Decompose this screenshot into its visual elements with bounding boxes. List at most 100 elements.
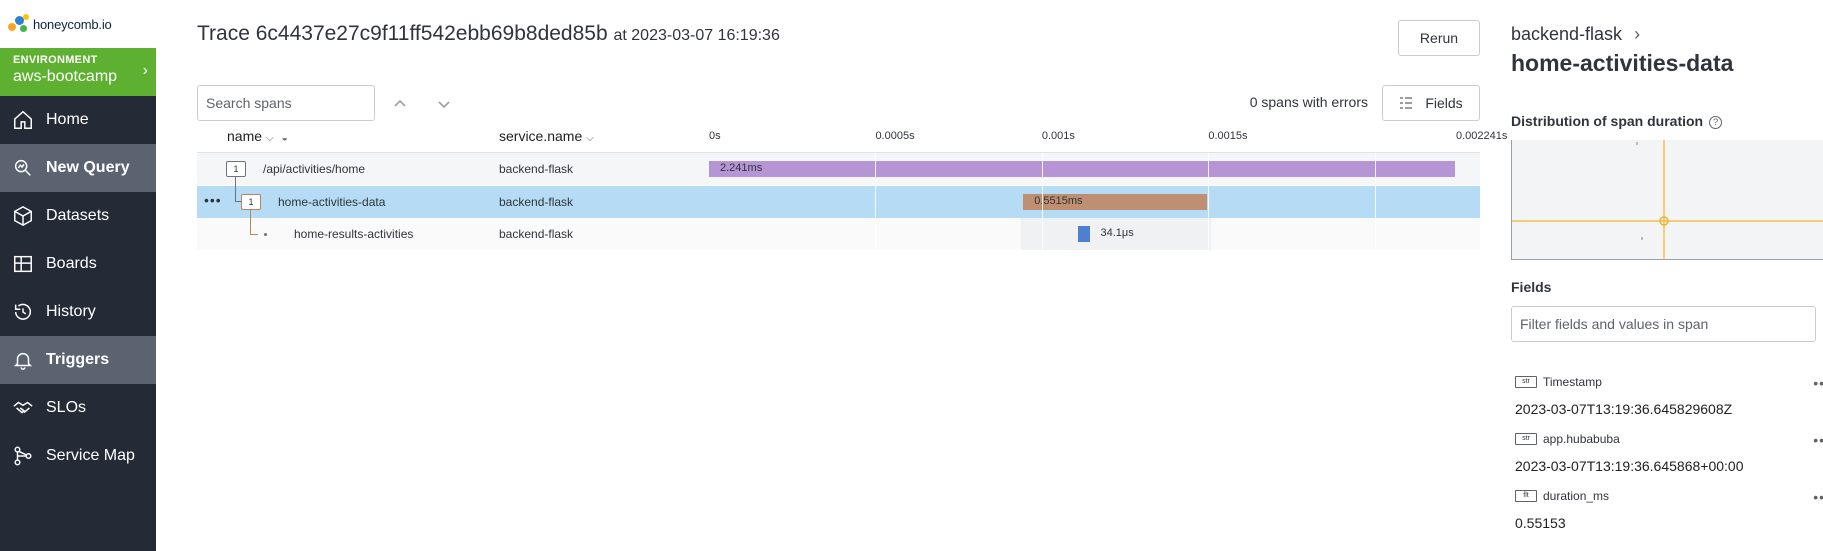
- nav-new-query-label: New Query: [46, 159, 130, 176]
- environment-selector[interactable]: ENVIRONMENT aws-bootcamp ›: [0, 48, 156, 96]
- nav-service-map[interactable]: Service Map: [0, 432, 156, 480]
- environment-label: ENVIRONMENT: [13, 54, 98, 66]
- span-name: home-results-activities: [294, 227, 414, 241]
- nav-new-query[interactable]: New Query: [0, 144, 156, 192]
- chevron-up-icon: [394, 99, 406, 107]
- errors-count: 0 spans with errors: [1249, 94, 1368, 110]
- environment-name: aws-bootcamp: [13, 68, 118, 85]
- timeline-gridline: [1374, 153, 1376, 250]
- duration-heatmap[interactable]: [1511, 140, 1823, 260]
- next-match-button[interactable]: [432, 92, 456, 116]
- span-row-selected[interactable]: ••• 1 home-activities-data backend-flask: [197, 186, 1480, 218]
- heatmap-cell: [1636, 142, 1638, 145]
- span-duration-label: 2.241ms: [720, 162, 763, 174]
- field-value: 0.55153: [1515, 515, 1566, 531]
- service-map-icon: [12, 445, 34, 467]
- panel-span-name: home-activities-data: [1511, 50, 1734, 76]
- timeline-gridline: [1208, 153, 1210, 250]
- field-key: duration_ms: [1543, 488, 1610, 503]
- history-icon: [12, 301, 34, 323]
- type-tag: str: [1515, 375, 1537, 388]
- nav-home[interactable]: Home: [0, 96, 156, 144]
- timeline-tick-label: 0s: [709, 130, 721, 142]
- tree-connector: [250, 209, 251, 234]
- column-header-service[interactable]: service.name ⌵: [499, 128, 594, 144]
- nav-history-label: History: [46, 303, 96, 320]
- nav-datasets-label: Datasets: [46, 207, 110, 224]
- span-bar[interactable]: [709, 161, 1455, 177]
- honeycomb-logo-icon: [8, 13, 30, 35]
- timeline-gridline: [875, 153, 877, 250]
- trace-title: Trace 6c4437e27c9f11ff542ebb69b8ded85b a…: [197, 22, 780, 46]
- cube-icon: [12, 205, 34, 227]
- field-menu-icon[interactable]: •••: [1813, 489, 1823, 505]
- nav-slos[interactable]: SLOs: [0, 384, 156, 432]
- nav-home-label: Home: [46, 111, 89, 128]
- heatmap-cell: [1641, 237, 1643, 240]
- more-options-icon[interactable]: •••: [204, 192, 222, 208]
- chevron-right-icon: ›: [142, 62, 148, 79]
- field-key: app.hubabuba: [1543, 431, 1620, 446]
- type-tag: str: [1515, 432, 1537, 445]
- span-duration-label: 34.1μs: [1100, 227, 1134, 239]
- tree-connector: [235, 177, 236, 201]
- span-service: backend-flask: [499, 195, 574, 209]
- span-count-badge[interactable]: 1: [226, 161, 246, 177]
- nav-slos-label: SLOs: [46, 399, 87, 416]
- distribution-title: Distribution of span duration?: [1511, 113, 1723, 129]
- field-app-hubabuba: str app.hubabuba 2023-03-07T13:19:36.6458…: [1515, 430, 1823, 474]
- search-spans-input[interactable]: [197, 85, 375, 121]
- sidebar: honeycomb.io ENVIRONMENT aws-bootcamp › …: [0, 0, 156, 551]
- trace-id: Trace 6c4437e27c9f11ff542ebb69b8ded85b: [197, 22, 608, 45]
- type-tag: flt: [1515, 489, 1537, 502]
- span-count-badge[interactable]: 1: [241, 194, 261, 210]
- chevron-down-icon: [438, 101, 450, 109]
- field-key: Timestamp: [1543, 374, 1602, 389]
- honeycomb-logo[interactable]: honeycomb.io: [0, 0, 156, 48]
- field-value: 2023-03-07T13:19:36.645868+00:00: [1515, 458, 1744, 474]
- nav-datasets[interactable]: Datasets: [0, 192, 156, 240]
- chevron-right-icon: ›: [1634, 24, 1641, 44]
- rerun-button[interactable]: Rerun: [1398, 20, 1480, 56]
- timeline-gridline: [1041, 153, 1043, 250]
- fields-title: Fields: [1511, 279, 1552, 295]
- field-menu-icon[interactable]: •••: [1813, 432, 1823, 448]
- panel-service[interactable]: backend-flask ›: [1511, 24, 1640, 45]
- trace-timestamp: at 2023-03-07 16:19:36: [613, 27, 780, 44]
- nav-triggers[interactable]: Triggers: [0, 336, 156, 384]
- fields-list-icon: [1400, 97, 1413, 109]
- home-icon: [12, 109, 34, 131]
- board-icon: [12, 253, 34, 275]
- drop-icon: ◒: [281, 133, 288, 144]
- span-bar[interactable]: [1077, 226, 1090, 242]
- field-duration-ms: flt duration_ms 0.55153 •••: [1515, 487, 1823, 531]
- span-name: /api/activities/home: [263, 162, 366, 176]
- nav-boards-label: Boards: [46, 255, 97, 272]
- column-header-name[interactable]: name ⌵ ◒: [227, 128, 288, 144]
- leaf-dot: [264, 233, 267, 236]
- nav-history[interactable]: History: [0, 288, 156, 336]
- query-icon: [12, 157, 34, 179]
- tree-connector: [250, 234, 258, 235]
- field-menu-icon[interactable]: •••: [1813, 375, 1823, 391]
- chevron-down-icon: ⌵: [266, 133, 274, 144]
- nav-boards[interactable]: Boards: [0, 240, 156, 288]
- span-service: backend-flask: [499, 162, 574, 176]
- prev-match-button[interactable]: [388, 92, 412, 116]
- tree-connector: [235, 201, 241, 202]
- filter-fields-input[interactable]: [1511, 306, 1816, 342]
- span-row[interactable]: home-results-activities backend-flask: [197, 218, 1480, 250]
- field-value: 2023-03-07T13:19:36.645829608Z: [1515, 401, 1733, 417]
- fields-button[interactable]: Fields: [1382, 85, 1480, 121]
- logo-text: honeycomb.io: [33, 16, 112, 32]
- handshake-icon: [12, 397, 34, 419]
- help-icon[interactable]: ?: [1709, 115, 1723, 129]
- nav-triggers-label: Triggers: [46, 351, 110, 368]
- nav-service-map-label: Service Map: [46, 447, 135, 464]
- chevron-down-icon: ⌵: [586, 133, 594, 144]
- trace-view: Trace 6c4437e27c9f11ff542ebb69b8ded85b a…: [156, 0, 1507, 551]
- fields-button-label: Fields: [1425, 95, 1463, 111]
- timeline-tick-label: 0.001s: [1041, 130, 1075, 142]
- timeline-tick-label: 0.0015s: [1208, 130, 1248, 142]
- span-service: backend-flask: [499, 227, 574, 241]
